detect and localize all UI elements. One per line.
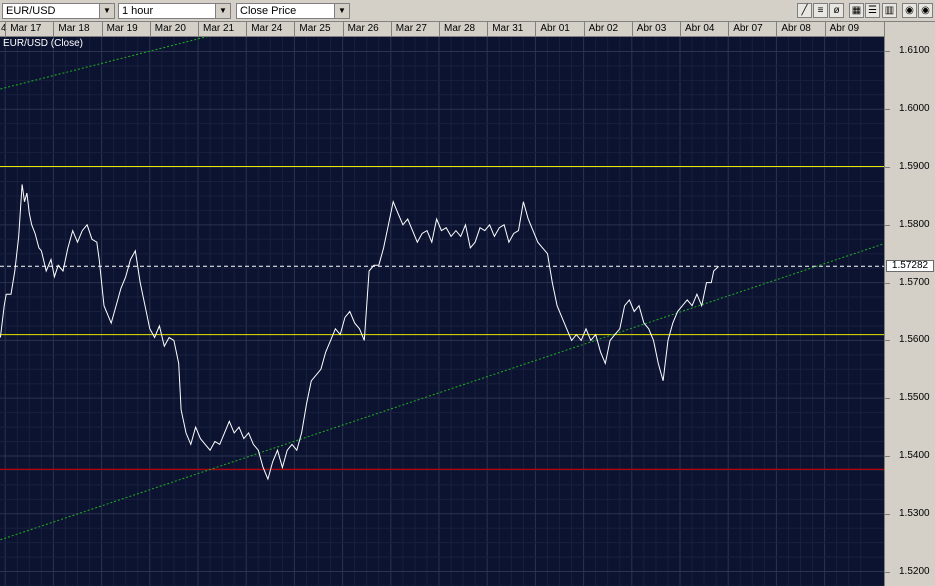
no-draw-tool-icon[interactable]: ø (829, 3, 844, 18)
price-tick-label: 1.5600 (899, 334, 930, 346)
date-tick-label: Mar 25 (299, 23, 331, 34)
price-tick (885, 571, 890, 573)
date-tick (439, 22, 440, 36)
price-type-select-value: Close Price (240, 5, 297, 17)
date-tick (583, 22, 585, 36)
date-tick-label: Mar 20 (154, 23, 186, 34)
date-tick (198, 22, 199, 36)
date-tick (342, 22, 344, 36)
symbol-select[interactable]: EUR/USD ▼ (2, 3, 115, 19)
date-tick-label: Abr 09 (829, 23, 860, 34)
price-tick-label: 1.5900 (899, 161, 930, 173)
date-tick-label: Mar 28 (444, 23, 476, 34)
price-tick (885, 455, 890, 457)
columns-tool-icon[interactable]: ▥ (882, 3, 897, 18)
date-tick (53, 22, 55, 36)
price-tick-label: 1.6000 (899, 103, 930, 115)
price-tick-label: 1.5200 (899, 565, 930, 577)
date-tick-label: Mar 18 (58, 23, 90, 34)
symbol-select-value: EUR/USD (6, 5, 56, 17)
date-axis: 4 Mar 17 Mar 18 Mar 19 Mar 20 Mar 21 Mar 24 Mar… (0, 22, 884, 37)
price-tick (885, 282, 890, 284)
date-tick-label: Mar 26 (347, 23, 379, 34)
settings-icon[interactable]: ◉ (902, 3, 917, 18)
date-tick-label: Abr 08 (781, 23, 811, 34)
date-tick (824, 22, 826, 36)
date-tick (294, 22, 296, 36)
close-icon[interactable]: ◉ (918, 3, 933, 18)
series-label: EUR/USD (Close) (3, 38, 84, 49)
price-tick-label: 1.6100 (899, 45, 930, 57)
date-tick (680, 22, 681, 36)
date-tick (535, 22, 537, 36)
date-tick (390, 22, 392, 36)
date-tick-label: Abr 01 (540, 23, 570, 34)
chevron-down-icon[interactable]: ▼ (99, 4, 114, 18)
date-tick (246, 22, 248, 36)
current-price-badge: 1.57282 (886, 260, 934, 273)
date-tick-label: Mar 19 (106, 23, 138, 34)
price-tick-label: 1.5700 (899, 276, 930, 288)
price-tick (885, 398, 890, 400)
date-tick-label: Mar 31 (492, 23, 524, 34)
chart-toolbar: EUR/USD ▼ 1 hour ▼ Close Price ▼ ╱ ≡ ø ▦… (0, 0, 935, 22)
fib-tool-icon[interactable]: ≡ (813, 3, 828, 18)
date-tick-label: Abr 03 (636, 23, 667, 34)
date-tick (5, 22, 7, 36)
chevron-down-icon[interactable]: ▼ (215, 4, 230, 18)
interval-select[interactable]: 1 hour ▼ (118, 3, 231, 19)
price-tick (885, 513, 890, 515)
date-tick (149, 22, 151, 36)
date-tick-label: Mar 17 (10, 23, 42, 34)
date-tick (101, 22, 103, 36)
price-tick (885, 340, 890, 342)
price-tick (885, 167, 890, 169)
date-tick-label: Abr 04 (685, 23, 715, 34)
price-chart[interactable] (0, 37, 884, 586)
price-tick-label: 1.5300 (899, 507, 930, 519)
price-tick (885, 109, 890, 111)
price-type-select[interactable]: Close Price ▼ (236, 3, 350, 19)
date-tick-label: Mar 21 (203, 23, 235, 34)
price-tick-label: 1.5500 (899, 392, 930, 404)
line-tool-icon[interactable]: ╱ (797, 3, 812, 18)
date-tick (487, 22, 489, 36)
date-tick (728, 22, 730, 36)
date-tick-label: Abr 02 (588, 23, 619, 34)
date-tick-label: Abr 07 (733, 23, 763, 34)
grid-tool-icon[interactable]: ▦ (849, 3, 864, 18)
chevron-down-icon[interactable]: ▼ (334, 4, 349, 18)
date-tick-label: Mar 27 (395, 23, 427, 34)
price-tick-label: 1.5800 (899, 218, 930, 230)
price-tick (885, 224, 890, 226)
price-tick (885, 51, 890, 53)
price-axis: 1.5200 1.5300 1.5400 1.5500 1.5600 1.5700 1.58… (884, 22, 935, 586)
date-tick (631, 22, 633, 36)
date-tick (776, 22, 778, 36)
list-tool-icon[interactable]: ☰ (865, 3, 880, 18)
interval-select-value: 1 hour (122, 5, 154, 17)
price-tick-label: 1.5400 (899, 449, 930, 461)
date-tick-label: Mar 24 (251, 23, 283, 34)
